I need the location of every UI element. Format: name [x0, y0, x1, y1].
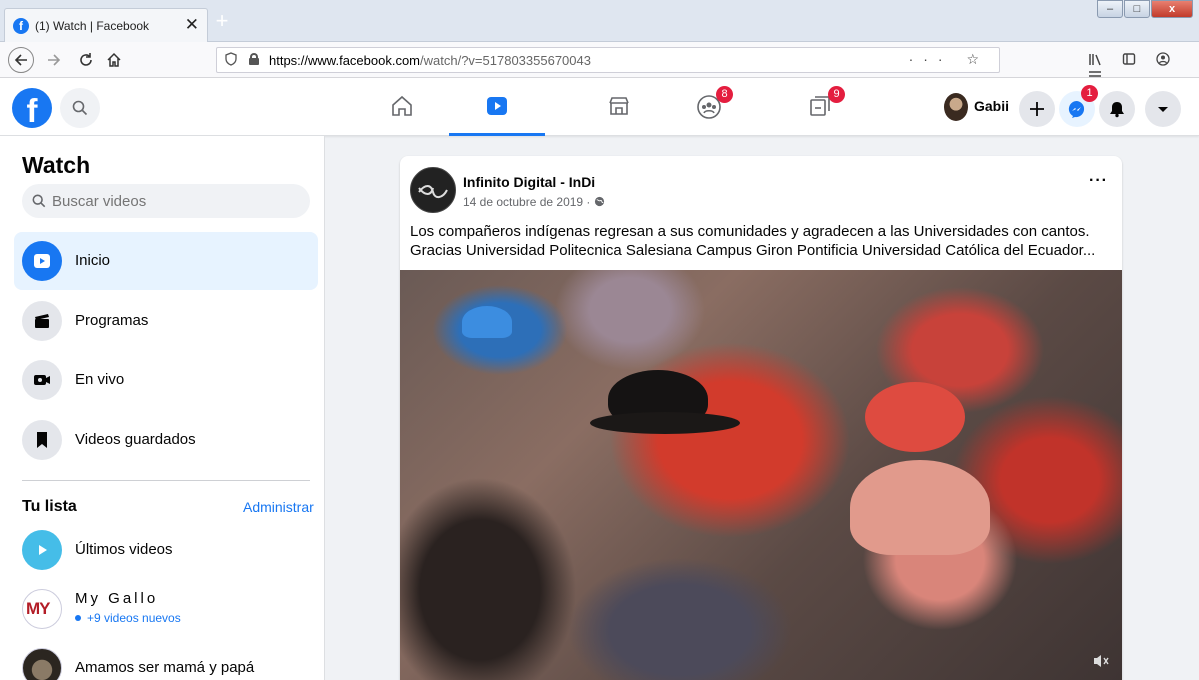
sidebar-item-en-vivo[interactable]: En vivo — [14, 351, 318, 409]
browser-tab-bar: f (1) Watch | Facebook ✕ + – □ x — [0, 0, 1199, 42]
create-button[interactable] — [1019, 91, 1055, 127]
close-tab-icon[interactable]: ✕ — [185, 15, 199, 35]
reload-button[interactable] — [74, 48, 98, 72]
bell-icon — [1110, 102, 1124, 118]
play-icon — [22, 530, 62, 570]
chevron-down-icon — [1158, 107, 1168, 112]
post-date[interactable]: 14 de octubre de 2019 · — [463, 195, 605, 209]
video-player[interactable] — [400, 270, 1122, 680]
facebook-favicon-icon: f — [13, 18, 29, 34]
page-avatar — [22, 648, 62, 680]
bookmark-icon — [22, 420, 62, 460]
new-tab-button[interactable]: + — [212, 10, 232, 36]
marketplace-icon — [609, 97, 629, 115]
back-button[interactable] — [8, 47, 34, 73]
search-icon — [32, 194, 46, 208]
my-gallo-logo: MY — [22, 589, 62, 629]
video-frame-detail — [590, 412, 740, 434]
sidebar-item-label: En vivo — [75, 371, 125, 388]
sidebar-item-videos-guardados[interactable]: Videos guardados — [14, 411, 318, 469]
post-options-button[interactable]: ··· — [1089, 172, 1108, 190]
author-avatar[interactable] — [410, 167, 456, 213]
page-title: Watch — [22, 152, 91, 178]
watch-icon — [487, 97, 507, 115]
watch-home-icon — [22, 241, 62, 281]
live-video-icon — [22, 360, 62, 400]
home-icon — [392, 95, 412, 116]
sidebar-item-my-gallo[interactable]: MY My Gallo +9 videos nuevos — [14, 580, 318, 638]
home-button[interactable] — [102, 48, 126, 72]
page-name: My Gallo — [75, 590, 159, 607]
list-title: Tu lista — [22, 498, 77, 515]
sidebar-item-label: Programas — [75, 312, 149, 329]
forward-button[interactable] — [42, 48, 66, 72]
divider — [22, 480, 310, 481]
sidebar-item-latest-videos[interactable]: Últimos videos — [14, 521, 318, 579]
tab-title: (1) Watch | Facebook — [35, 19, 150, 33]
library-icon[interactable] — [1080, 52, 1110, 69]
manage-list-link[interactable]: Administrar — [243, 499, 314, 515]
url-text[interactable]: https://www.facebook.com/watch/?v=517803… — [269, 53, 591, 68]
sidebar-item-label: Inicio — [75, 252, 111, 269]
groups-notification-badge: 8 — [716, 86, 733, 103]
mute-icon[interactable] — [1092, 653, 1110, 674]
new-videos-count: +9 videos nuevos — [75, 611, 181, 625]
sidebar-item-programas[interactable]: Programas — [14, 292, 318, 350]
nav-groups-tab[interactable]: 8 — [660, 78, 756, 134]
facebook-logo-icon[interactable]: f — [12, 88, 52, 128]
sidebar-item-inicio[interactable]: Inicio — [14, 232, 318, 290]
sidebar-item-label: Videos guardados — [75, 431, 196, 448]
profile-name: Gabii — [974, 98, 1010, 114]
video-frame-detail — [865, 382, 965, 452]
notifications-button[interactable] — [1099, 91, 1135, 127]
nav-watch-tab[interactable] — [449, 78, 545, 136]
url-bar[interactable]: https://www.facebook.com/watch/?v=517803… — [216, 47, 1000, 73]
clapperboard-icon — [22, 301, 62, 341]
tracking-shield-icon[interactable] — [225, 52, 237, 69]
account-icon[interactable] — [1148, 52, 1178, 69]
close-window-button[interactable]: x — [1151, 0, 1193, 18]
search-input[interactable] — [52, 190, 292, 212]
messenger-icon — [1068, 100, 1085, 118]
nav-gaming-tab[interactable]: 9 — [772, 78, 868, 134]
account-menu-button[interactable] — [1145, 91, 1181, 127]
search-icon — [72, 100, 88, 116]
post-text: Los compañeros indígenas regresan a sus … — [410, 223, 1096, 259]
browser-tab[interactable]: f (1) Watch | Facebook ✕ — [4, 8, 208, 42]
page-logo-text: MY — [26, 599, 50, 618]
gaming-notification-badge: 9 — [828, 86, 845, 103]
sidebar-item-amamos-ser-mama-y-papa[interactable]: Amamos ser mamá y papá — [14, 639, 318, 680]
nav-marketplace-tab[interactable] — [571, 78, 667, 134]
sidebar-item-label: Amamos ser mamá y papá — [75, 659, 255, 676]
video-search[interactable] — [22, 184, 310, 218]
facebook-header: f 8 9 Gabii 1 — [0, 78, 1199, 136]
sidebar-item-label: Últimos videos — [75, 541, 173, 558]
watch-sidebar: Watch Inicio Programas En vivo Videos gu… — [0, 136, 325, 680]
video-frame-detail — [850, 460, 990, 555]
globe-icon — [594, 196, 604, 207]
browser-navbar: https://www.facebook.com/watch/?v=517803… — [0, 42, 1199, 81]
window-controls: – □ x — [1096, 0, 1193, 18]
lock-icon[interactable] — [249, 53, 259, 65]
video-frame-detail — [462, 306, 512, 338]
messenger-button[interactable]: 1 — [1059, 85, 1098, 127]
messenger-notification-badge: 1 — [1081, 85, 1098, 102]
plus-icon — [1030, 102, 1044, 116]
nav-home-tab[interactable] — [354, 78, 450, 134]
sidebar-toggle-icon[interactable] — [1114, 52, 1144, 69]
maximize-button[interactable]: □ — [1124, 0, 1150, 18]
video-post: Infinito Digital - InDi 14 de octubre de… — [400, 156, 1122, 680]
post-author[interactable]: Infinito Digital - InDi — [463, 174, 595, 190]
facebook-search-button[interactable] — [60, 88, 100, 128]
page-actions-menu[interactable]: ··· ☆ — [909, 51, 989, 68]
minimize-button[interactable]: – — [1097, 0, 1123, 18]
avatar — [944, 93, 968, 121]
